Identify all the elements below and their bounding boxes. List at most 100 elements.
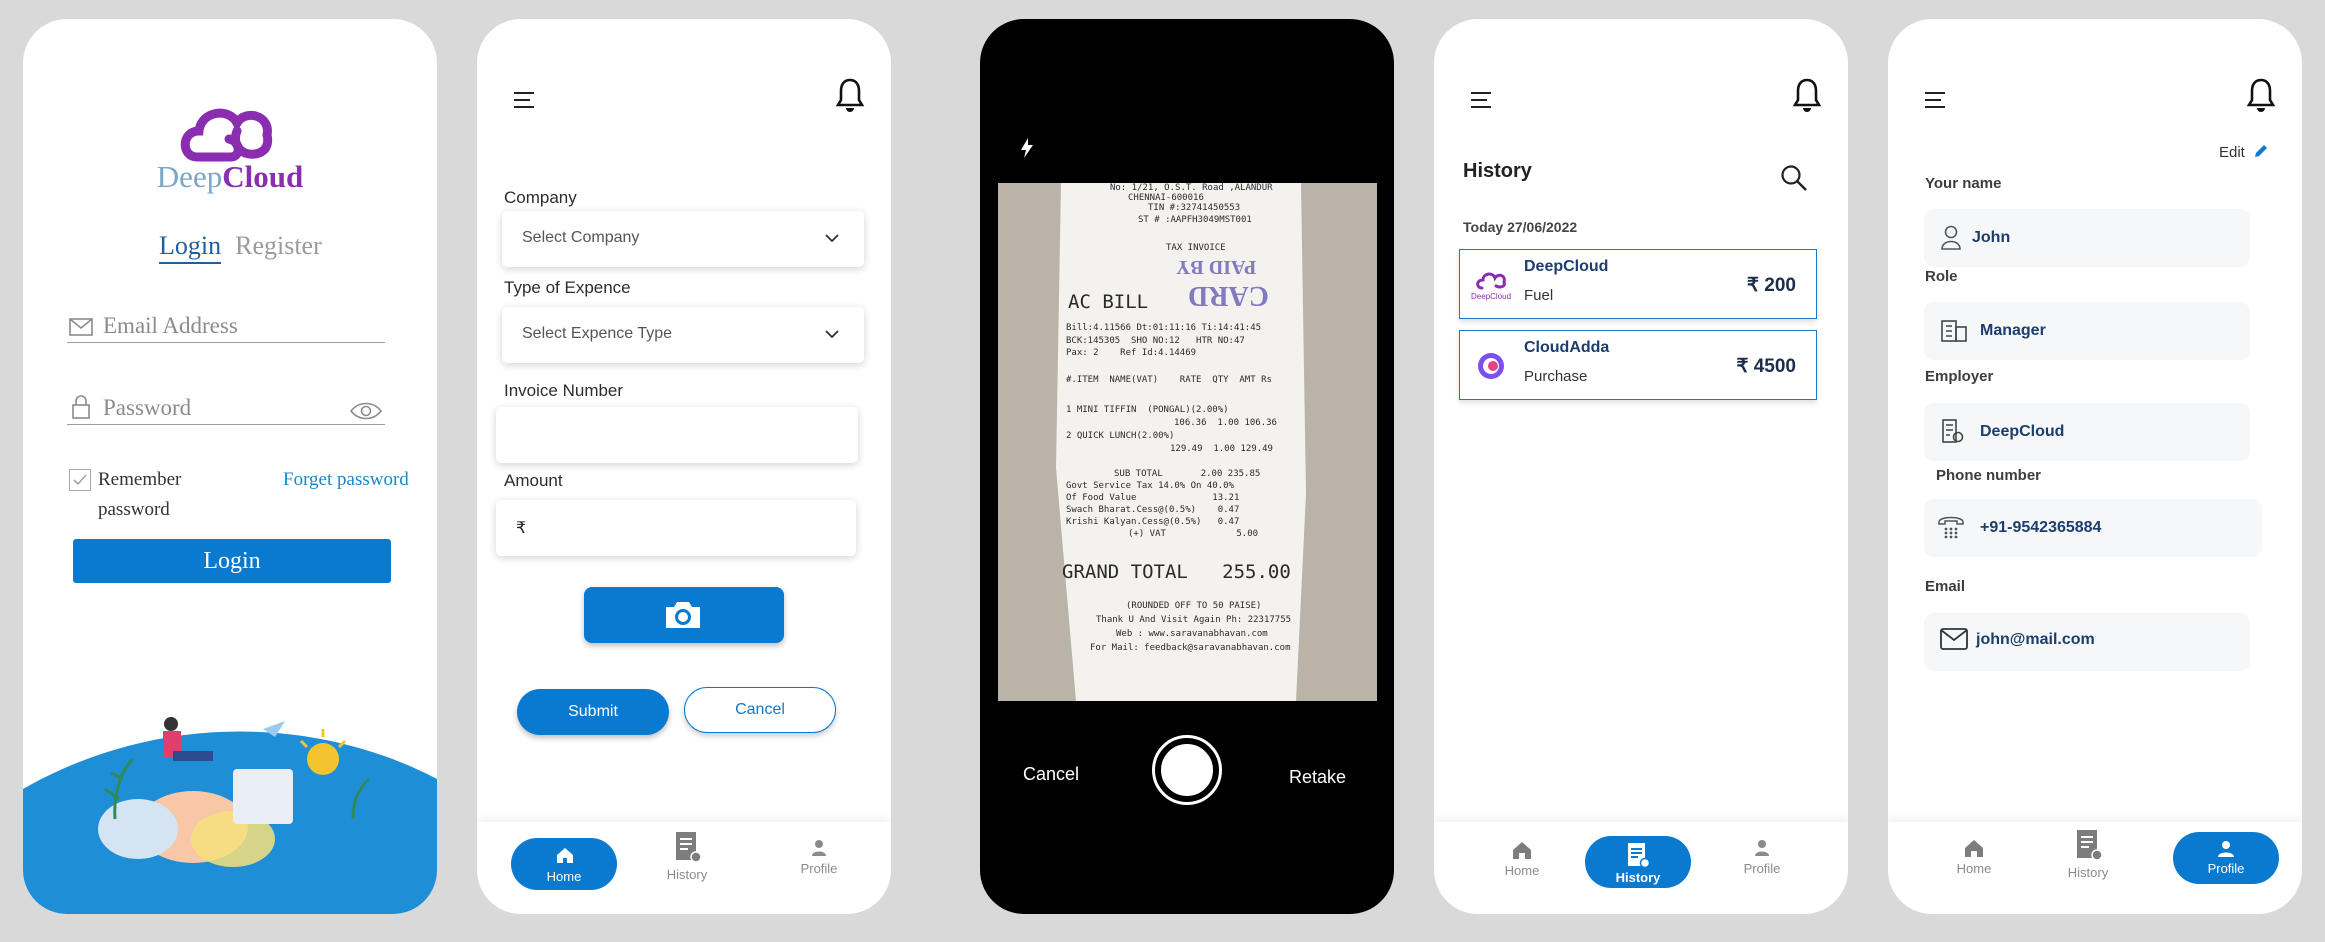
history-doc-icon xyxy=(676,832,702,863)
stamp-paid-by: PAID BY xyxy=(1176,256,1257,278)
amount-label: Amount xyxy=(504,471,563,490)
history-item[interactable]: DeepCloud DeepCloud Fuel ₹ 200 xyxy=(1459,249,1817,319)
amount-input[interactable]: ₹ xyxy=(496,500,856,556)
receipt-line: 1 MINI TIFFIN (PONGAL)(2.00%) xyxy=(1066,405,1229,415)
receipt-line: #.ITEM NAME(VAT) RATE QTY AMT Rs xyxy=(1066,375,1272,385)
company-select[interactable]: Select Company xyxy=(502,211,864,267)
history-amount: ₹ 200 xyxy=(1746,275,1796,296)
person-icon xyxy=(1755,840,1769,856)
camera-cancel-button[interactable]: Cancel xyxy=(1023,764,1079,785)
receipt-line: 2 QUICK LUNCH(2.00%) xyxy=(1066,431,1175,441)
nav-history[interactable]: History xyxy=(1585,836,1691,888)
illustration xyxy=(23,717,437,914)
brand-deep: Deep xyxy=(156,159,223,194)
history-category: Fuel xyxy=(1524,287,1554,304)
nav-history[interactable]: History xyxy=(2058,828,2118,880)
nav-profile[interactable]: Profile xyxy=(2173,832,2279,884)
role-field: Manager xyxy=(1924,302,2250,360)
email-field: john@mail.com xyxy=(1924,613,2250,671)
bell-icon[interactable] xyxy=(835,77,865,113)
deepcloud-logo: DeepCloud xyxy=(1468,262,1514,308)
remember-label: Remember xyxy=(98,469,182,490)
org-chart-icon xyxy=(1941,320,1967,342)
login-screen: DeepCloud Login Register Email Address Pa… xyxy=(23,19,437,914)
mail-icon xyxy=(1940,628,1968,650)
search-icon[interactable] xyxy=(1780,164,1808,192)
employer-label: Employer xyxy=(1925,368,1994,385)
receipt-line: SUB TOTAL 2.00 235.85 xyxy=(1114,469,1261,479)
remember-label-line2: password xyxy=(98,499,170,520)
expense-type-select[interactable]: Select Expence Type xyxy=(502,307,864,363)
password-field[interactable]: Password xyxy=(67,395,385,425)
deepcloud-logo-icon xyxy=(180,108,273,162)
nav-home[interactable]: Home xyxy=(1944,838,2004,876)
receipt-line: Thank U And Visit Again Ph: 22317755 xyxy=(1096,615,1292,625)
edit-button[interactable]: Edit xyxy=(2219,143,2269,161)
bottom-nav: Home History Profile xyxy=(1434,822,1848,914)
check-icon xyxy=(73,474,87,486)
person-outline-icon xyxy=(1941,225,1961,250)
company-select-value: Select Company xyxy=(522,229,640,246)
history-item[interactable]: CloudAdda Purchase ₹ 4500 xyxy=(1459,330,1817,400)
tab-register[interactable]: Register xyxy=(235,231,322,260)
currency-symbol: ₹ xyxy=(516,520,527,537)
nav-home[interactable]: Home xyxy=(1492,840,1552,878)
expense-type-select-value: Select Expence Type xyxy=(522,325,673,342)
pencil-icon xyxy=(2255,145,2268,157)
company-label: Company xyxy=(504,188,577,207)
nav-home-label: Home xyxy=(546,869,582,884)
eye-icon[interactable] xyxy=(349,401,383,421)
receipt-line: Pax: 2 Ref Id:4.14469 xyxy=(1066,348,1197,358)
flash-icon[interactable] xyxy=(1020,137,1034,159)
building-icon xyxy=(1942,419,1964,443)
chevron-down-icon xyxy=(825,330,839,339)
history-company: CloudAdda xyxy=(1524,339,1610,356)
camera-button[interactable] xyxy=(584,587,784,643)
forget-password-link[interactable]: Forget password xyxy=(283,469,409,491)
name-field: John xyxy=(1924,209,2250,267)
bottom-nav: Home History Profile xyxy=(1888,822,2302,914)
shutter-button[interactable] xyxy=(1152,735,1222,805)
receipt-line: Govt Service Tax 14.0% On 40.0% xyxy=(1066,481,1234,491)
role-label: Role xyxy=(1925,268,1958,285)
menu-icon[interactable] xyxy=(513,91,535,109)
nav-profile[interactable]: Profile xyxy=(789,838,849,876)
submit-button[interactable]: Submit xyxy=(517,689,669,735)
receipt-line: TAX INVOICE xyxy=(1166,243,1226,253)
menu-icon[interactable] xyxy=(1924,91,1946,109)
home-icon xyxy=(1513,842,1531,859)
employer-field: DeepCloud xyxy=(1924,403,2250,461)
nav-home[interactable]: Home xyxy=(511,838,617,890)
camera-screen: No: 1/21, O.S.T. Road ,ALANDUR CHENNAI-6… xyxy=(980,19,1394,914)
receipt-line: 129.49 1.00 129.49 xyxy=(1170,444,1273,454)
receipt-line: Krishi Kalyan.Cess@(0.5%) 0.47 xyxy=(1066,517,1240,527)
remember-checkbox[interactable] xyxy=(69,469,91,491)
nav-profile[interactable]: Profile xyxy=(1732,838,1792,876)
receipt-line: Bill:4.11566 Dt:01:11:16 Ti:14:41:45 xyxy=(1066,323,1262,333)
page-title: History xyxy=(1463,160,1532,182)
history-amount: ₹ 4500 xyxy=(1736,356,1796,377)
phone-field: +91-9542365884 xyxy=(1924,499,2262,557)
receipt-line: BCK:145305 SHO NO:12 HTR NO:47 xyxy=(1066,336,1245,346)
invoice-input[interactable] xyxy=(496,407,858,463)
brand-cloud: Cloud xyxy=(222,159,304,194)
nav-history-label: History xyxy=(666,867,708,882)
cancel-button[interactable]: Cancel xyxy=(684,687,836,733)
home-icon xyxy=(557,848,573,863)
phone-value: +91-9542365884 xyxy=(1980,519,2102,536)
retake-button[interactable]: Retake xyxy=(1289,767,1346,788)
login-button[interactable]: Login xyxy=(73,539,391,583)
email-field[interactable]: Email Address xyxy=(67,313,385,343)
bell-icon[interactable] xyxy=(1792,77,1822,113)
nav-history[interactable]: History xyxy=(657,830,717,882)
home-icon xyxy=(1965,840,1983,857)
tab-login[interactable]: Login xyxy=(159,231,222,264)
history-doc-icon xyxy=(2077,830,2103,861)
bell-icon[interactable] xyxy=(2246,77,2276,113)
receipt-line: No: 1/21, O.S.T. Road ,ALANDUR xyxy=(1110,183,1273,193)
nav-home-label: Home xyxy=(1504,863,1540,878)
edit-label: Edit xyxy=(2219,144,2245,161)
menu-icon[interactable] xyxy=(1470,91,1492,109)
email-value: john@mail.com xyxy=(1976,631,2095,648)
name-label: Your name xyxy=(1925,175,2002,192)
